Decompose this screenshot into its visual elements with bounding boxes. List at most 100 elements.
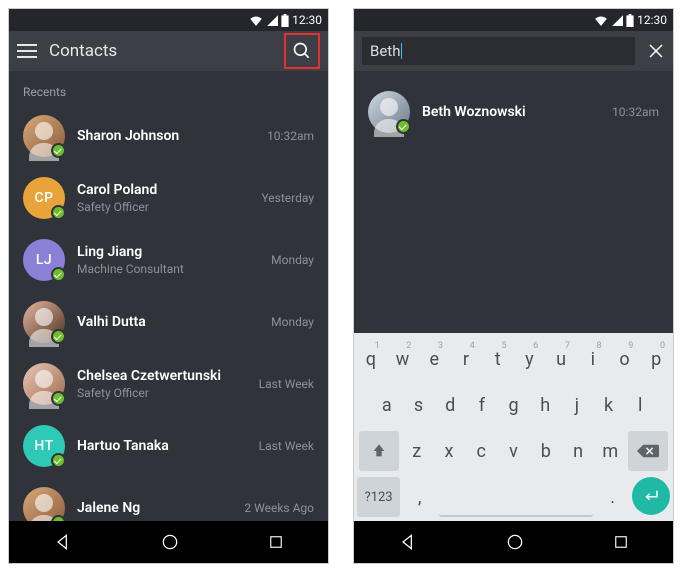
key-l[interactable]: l	[626, 385, 654, 425]
key-a[interactable]: a	[373, 385, 401, 425]
recents-icon[interactable]	[612, 533, 630, 551]
key-h[interactable]: h	[531, 385, 559, 425]
key-p[interactable]: p0	[642, 339, 670, 379]
avatar	[23, 363, 65, 405]
contact-row[interactable]: Jalene Ng2 Weeks Ago	[9, 477, 328, 521]
presence-available-icon	[51, 453, 66, 468]
key-c[interactable]: c	[467, 431, 495, 471]
presence-available-icon	[51, 143, 66, 158]
contact-timestamp: Monday	[271, 253, 314, 267]
hamburger-icon[interactable]	[17, 43, 37, 59]
key-u[interactable]: u7	[547, 339, 575, 379]
period-key[interactable]: .	[597, 477, 628, 517]
contact-name: Carol Poland	[77, 182, 249, 198]
contact-row[interactable]: Chelsea CzetwertunskiSafety Officer Last …	[9, 353, 328, 415]
key-w[interactable]: w2	[389, 339, 417, 379]
key-b[interactable]: b	[532, 431, 560, 471]
contact-timestamp: Monday	[271, 315, 314, 329]
key-q[interactable]: q1	[357, 339, 385, 379]
shift-key[interactable]	[359, 431, 399, 471]
android-nav-bar	[354, 521, 673, 563]
key-s[interactable]: s	[405, 385, 433, 425]
contact-text: Carol Poland Safety Officer	[77, 182, 249, 214]
key-g[interactable]: g	[500, 385, 528, 425]
contact-timestamp: Last Week	[259, 439, 314, 453]
contact-text: Hartuo Tanaka	[77, 438, 247, 454]
avatar: LJ	[23, 239, 65, 281]
key-y[interactable]: y6	[516, 339, 544, 379]
contact-row[interactable]: Beth Woznowski 10:32am	[354, 81, 673, 143]
contact-text: Jalene Ng	[77, 500, 232, 516]
contact-name: Jalene Ng	[77, 500, 232, 516]
search-results-list[interactable]: Beth Woznowski 10:32am	[354, 71, 673, 333]
key-n[interactable]: n	[564, 431, 592, 471]
contact-timestamp: Yesterday	[261, 191, 314, 205]
key-o[interactable]: o9	[611, 339, 639, 379]
soft-keyboard[interactable]: q1w2e3r4t5y6u7i8o9p0 asdfghjkl zxcvbnm ?123…	[354, 333, 673, 521]
presence-available-icon	[51, 329, 66, 344]
phone-contacts-search: 12:30 Beth Beth Woznowski 10:32am q1w2e3r…	[353, 8, 674, 564]
key-x[interactable]: x	[435, 431, 463, 471]
android-nav-bar	[9, 521, 328, 563]
search-input[interactable]: Beth	[362, 37, 635, 65]
comma-key[interactable]: ,	[404, 477, 435, 517]
key-i[interactable]: i8	[579, 339, 607, 379]
status-bar: 12:30	[354, 9, 673, 31]
key-z[interactable]: z	[403, 431, 431, 471]
space-key[interactable]	[439, 477, 593, 517]
home-icon[interactable]	[160, 532, 180, 552]
contact-timestamp: Last Week	[259, 377, 314, 391]
avatar	[368, 91, 410, 133]
contact-row[interactable]: Sharon Johnson10:32am	[9, 105, 328, 167]
contacts-list[interactable]: Recents Sharon Johnson10:32amCPCarol Pol…	[9, 71, 328, 521]
key-m[interactable]: m	[596, 431, 624, 471]
search-bar: Beth	[354, 31, 673, 71]
key-k[interactable]: k	[595, 385, 623, 425]
recents-icon[interactable]	[267, 533, 285, 551]
symbols-key[interactable]: ?123	[357, 477, 400, 517]
text-cursor	[401, 43, 402, 59]
enter-key[interactable]	[632, 477, 670, 515]
phone-contacts-list: 12:30 Contacts Recents Sharon Johnson10:…	[8, 8, 329, 564]
search-button-highlighted[interactable]	[284, 33, 320, 69]
contact-subtitle: Machine Consultant	[77, 262, 259, 276]
key-e[interactable]: e3	[420, 339, 448, 379]
presence-available-icon	[396, 119, 411, 134]
avatar: HT	[23, 425, 65, 467]
contact-name: Sharon Johnson	[77, 128, 255, 144]
contact-text: Chelsea CzetwertunskiSafety Officer	[77, 368, 247, 400]
back-icon[interactable]	[53, 532, 73, 552]
search-icon	[292, 41, 312, 61]
home-icon[interactable]	[505, 532, 525, 552]
backspace-key[interactable]	[628, 431, 668, 471]
key-j[interactable]: j	[563, 385, 591, 425]
presence-available-icon	[51, 205, 66, 220]
status-time: 12:30	[637, 13, 667, 27]
contact-name: Valhi Dutta	[77, 314, 259, 330]
back-icon[interactable]	[398, 532, 418, 552]
key-d[interactable]: d	[436, 385, 464, 425]
contact-row[interactable]: CPCarol PolandSafety OfficerYesterday	[9, 167, 328, 229]
contact-text: Ling JiangMachine Consultant	[77, 244, 259, 276]
contact-timestamp: 10:32am	[612, 105, 659, 119]
key-t[interactable]: t5	[484, 339, 512, 379]
section-label-recents: Recents	[9, 71, 328, 105]
contact-name: Beth Woznowski	[422, 104, 600, 120]
key-f[interactable]: f	[468, 385, 496, 425]
contact-text: Sharon Johnson	[77, 128, 255, 144]
avatar	[23, 487, 65, 521]
contact-name: Chelsea Czetwertunski	[77, 368, 247, 384]
presence-available-icon	[51, 515, 66, 521]
close-icon[interactable]	[647, 42, 665, 60]
signal-icon	[266, 14, 278, 26]
key-r[interactable]: r4	[452, 339, 480, 379]
key-v[interactable]: v	[499, 431, 527, 471]
battery-icon	[626, 14, 634, 27]
page-title: Contacts	[49, 41, 272, 61]
avatar	[23, 115, 65, 157]
contact-row[interactable]: Valhi Dutta Monday	[9, 291, 328, 353]
contact-subtitle: Safety Officer	[77, 200, 249, 214]
contact-row[interactable]: HT Hartuo Tanaka Last Week	[9, 415, 328, 477]
presence-available-icon	[51, 391, 66, 406]
contact-row[interactable]: LJ Ling JiangMachine Consultant Monday	[9, 229, 328, 291]
